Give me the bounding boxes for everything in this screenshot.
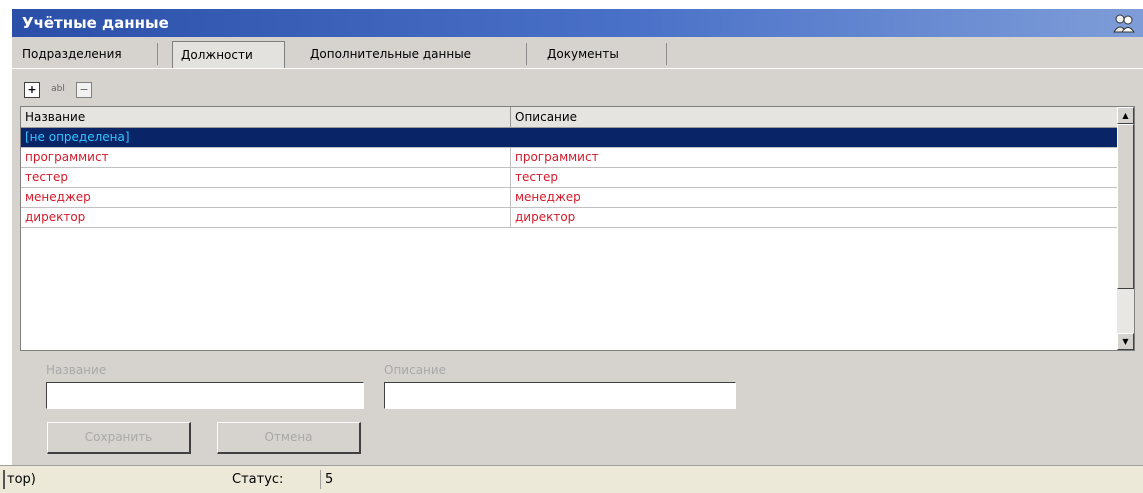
title-bar[interactable]: Учётные данные <box>12 9 1143 37</box>
cell-description: директор <box>515 210 576 224</box>
cell-name: [не определена] <box>21 128 511 147</box>
cell-name: программист <box>21 148 511 167</box>
cell-name: менеджер <box>21 188 511 207</box>
window-title: Учётные данные <box>22 14 169 32</box>
status-bar: тор) Статус: 5 <box>0 465 1143 493</box>
table-row[interactable]: [не определена] <box>21 128 1117 148</box>
cell-description <box>511 128 1117 147</box>
status-left-text: тор) <box>3 470 219 489</box>
tab-additional-data[interactable]: Дополнительные данные <box>302 43 527 65</box>
status-label: Статус: <box>232 472 284 487</box>
tab-departments[interactable]: Подразделения <box>14 43 158 65</box>
cell-name: тестер <box>21 168 511 187</box>
tab-documents[interactable]: Документы <box>539 43 667 65</box>
cancel-button[interactable]: Отмена <box>217 422 361 454</box>
column-header-name[interactable]: Название <box>21 107 511 127</box>
main-panel: Подразделения Должности Дополнительные д… <box>12 37 1143 465</box>
users-icon[interactable] <box>1113 13 1135 33</box>
cell-description: тестер <box>515 170 558 184</box>
table-row[interactable]: менеджер менеджер <box>21 188 1117 208</box>
vertical-scrollbar[interactable]: ▲ ▼ <box>1117 107 1134 350</box>
column-header-description[interactable]: Описание <box>511 107 1117 127</box>
table-row[interactable]: программист программист <box>21 148 1117 168</box>
scroll-up-icon[interactable]: ▲ <box>1117 107 1134 124</box>
description-label: Описание <box>384 363 447 377</box>
scroll-down-icon[interactable]: ▼ <box>1117 333 1134 350</box>
description-input[interactable] <box>384 382 736 409</box>
grid-header: Название Описание <box>21 107 1117 128</box>
name-label: Название <box>46 363 107 377</box>
positions-grid[interactable]: Название Описание [не определена] програ… <box>20 106 1135 351</box>
delete-icon[interactable]: − <box>76 82 92 98</box>
add-icon[interactable]: + <box>24 82 40 98</box>
save-button[interactable]: Сохранить <box>47 422 191 454</box>
window: Учётные данные Подразделения Должности Д… <box>0 0 1143 493</box>
tab-positions[interactable]: Должности <box>172 41 285 68</box>
edit-icon[interactable]: abl <box>48 82 68 98</box>
table-row[interactable]: тестер тестер <box>21 168 1117 188</box>
status-value: 5 <box>320 470 1143 489</box>
cell-description: программист <box>515 150 599 164</box>
cell-name: директор <box>21 208 511 227</box>
tab-strip: Подразделения Должности Дополнительные д… <box>12 40 1143 69</box>
scrollbar-thumb[interactable] <box>1117 124 1134 289</box>
grid-rows: [не определена] программист программист … <box>21 128 1117 228</box>
table-row[interactable]: директор директор <box>21 208 1117 228</box>
name-input[interactable] <box>46 382 364 409</box>
cell-description: менеджер <box>515 190 581 204</box>
